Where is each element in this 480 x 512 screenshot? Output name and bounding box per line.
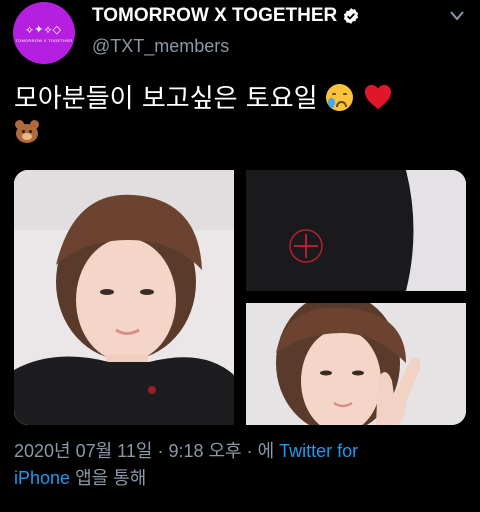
meta-separator: · xyxy=(241,441,258,461)
photo-selfie-peace[interactable] xyxy=(14,170,234,425)
photo-2-illustration xyxy=(246,170,466,291)
tweet-body: 모아분들이 보고싶은 토요일 xyxy=(14,84,318,114)
tweet-time[interactable]: 9:18 오후 xyxy=(168,441,241,461)
photo-3-illustration xyxy=(246,303,466,425)
meta-separator: · xyxy=(152,441,169,461)
photo-1-illustration xyxy=(14,170,234,425)
red-heart-emoji-icon xyxy=(365,84,392,110)
account-handle[interactable]: @TXT_members xyxy=(92,36,229,57)
avatar-logo-icon: ⟡✦⟡◇ xyxy=(25,23,63,36)
bear-face-emoji-icon xyxy=(14,120,40,144)
avatar-logo-text: TOMORROW X TOGETHER xyxy=(15,37,73,43)
crying-face-emoji-icon xyxy=(325,84,353,111)
chevron-down-icon[interactable] xyxy=(449,10,465,22)
display-name[interactable]: TOMORROW X TOGETHER xyxy=(92,5,337,27)
source-link-continued[interactable]: iPhone xyxy=(14,468,70,488)
tweet-text: 모아분들이 보고싶은 토요일 xyxy=(14,82,464,150)
tweet-header: ⟡✦⟡◇ TOMORROW X TOGETHER TOMORROW X TOGE… xyxy=(0,0,480,70)
name-row: TOMORROW X TOGETHER xyxy=(92,5,360,27)
photo-black-shirt-logo[interactable] xyxy=(246,170,466,291)
avatar[interactable]: ⟡✦⟡◇ TOMORROW X TOGETHER xyxy=(13,2,75,64)
tweet-media-grid[interactable] xyxy=(14,170,466,425)
source-link[interactable]: Twitter for xyxy=(279,441,358,461)
tweet-meta: 2020년 07월 11일 · 9:18 오후 · 에 Twitter for i… xyxy=(14,438,469,492)
tweet-date[interactable]: 2020년 07월 11일 xyxy=(14,441,152,461)
photo-selfie-peace-sign[interactable] xyxy=(246,303,466,425)
verified-badge-icon xyxy=(344,8,359,24)
source-prefix: 에 xyxy=(257,441,280,461)
source-suffix: 앱을 통해 xyxy=(70,468,147,488)
